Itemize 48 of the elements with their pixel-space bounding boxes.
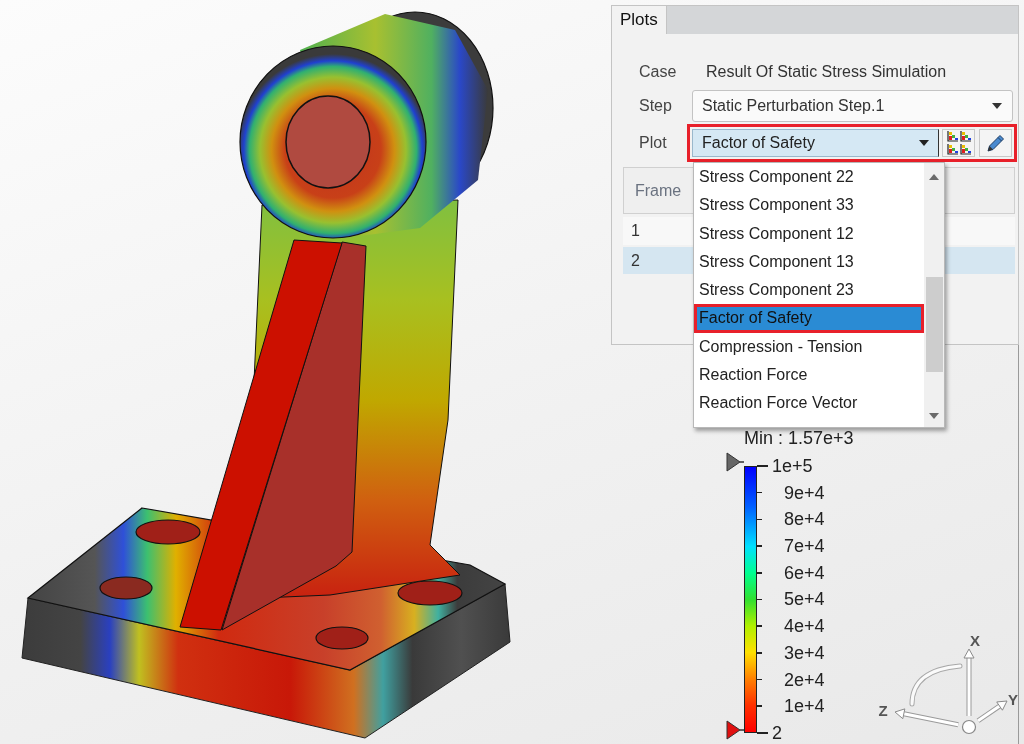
dropdown-option[interactable]: Reaction Force Vector — [694, 389, 924, 418]
axis-label: Y — [1008, 691, 1018, 708]
scrollbar-thumb[interactable] — [925, 277, 943, 372]
scale-label: 1e+5 — [772, 456, 813, 476]
dropdown-option[interactable]: Reaction Force — [694, 361, 924, 390]
table-cell-text: 1 — [630, 222, 640, 240]
triangle-marker-icon[interactable] — [726, 452, 744, 472]
table-cell-text: 2 — [630, 251, 640, 270]
chart-grid-icon — [946, 131, 971, 155]
scale-label: 9e+4 — [784, 482, 825, 503]
scale-label: 1e+4 — [784, 696, 825, 717]
step-dropdown[interactable]: Static Perturbation Step.1 — [692, 90, 1013, 122]
origin-handle-icon[interactable] — [961, 719, 977, 735]
scale-label: 8e+4 — [784, 509, 825, 530]
field-label: Plot — [639, 134, 668, 152]
scale-label: 2e+4 — [784, 669, 825, 690]
scale-label: 6e+4 — [784, 562, 825, 583]
axis-arrow[interactable] — [894, 708, 959, 728]
scale-label: 7e+4 — [784, 536, 825, 557]
min-value-label: Min : 1.57e+3 — [744, 429, 854, 447]
triangle-marker-icon[interactable] — [726, 720, 744, 740]
dropdown-option[interactable]: Stress Component 33 — [694, 191, 924, 220]
field-label: Case — [639, 62, 678, 82]
edit-button[interactable] — [979, 129, 1012, 157]
down-arrow-icon[interactable] — [929, 413, 939, 419]
scale-label: 4e+4 — [784, 616, 825, 637]
case-value: Result Of Static Stress Simulation — [705, 62, 948, 82]
field-label: Step — [639, 96, 673, 116]
pencil-icon — [986, 134, 1005, 152]
dropdown-option[interactable]: Factor of Safety — [694, 304, 924, 333]
axis-label: Z — [878, 702, 888, 719]
scale-label: 2 — [772, 722, 782, 743]
scale-label: 5e+4 — [784, 589, 825, 610]
legend-layout-button[interactable] — [942, 129, 976, 157]
dropdown-option[interactable]: Compression - Tension — [694, 332, 924, 362]
axis-arrow[interactable] — [976, 700, 1008, 723]
plot-dropdown[interactable]: Factor of Safety — [692, 129, 940, 157]
axis-label: X — [970, 632, 980, 649]
dropdown-option[interactable]: Stress Component 12 — [694, 219, 924, 248]
dropdown-option[interactable]: Stress Component 22 — [694, 163, 924, 192]
dropdown-option[interactable]: Stress Component 13 — [694, 247, 924, 277]
panel-tab[interactable]: Plots — [612, 6, 667, 34]
dropdown-option[interactable]: Stress Component 23 — [694, 276, 924, 305]
up-arrow-icon[interactable] — [929, 174, 939, 180]
column-header[interactable]: Frame — [624, 181, 682, 200]
scale-label: 3e+4 — [784, 642, 825, 663]
caret-icon — [919, 140, 930, 146]
caret-icon — [992, 103, 1002, 109]
